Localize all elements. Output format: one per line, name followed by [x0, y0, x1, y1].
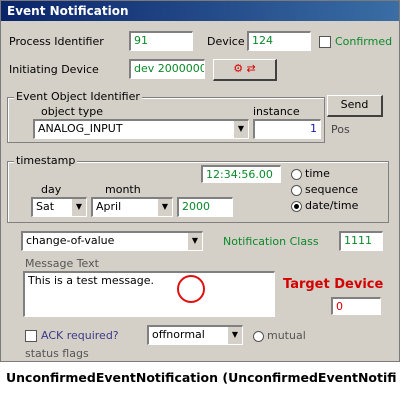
target-device-value: 0	[336, 300, 343, 313]
time-radio[interactable]: time	[291, 167, 330, 180]
sequence-radio-button[interactable]	[291, 184, 302, 196]
sequence-radio[interactable]: sequence	[291, 183, 358, 196]
day-select[interactable]: Sat ▼	[31, 197, 87, 217]
mutual-radio[interactable]: mutual	[253, 329, 306, 342]
device-number-field[interactable]: 124	[247, 31, 311, 51]
initiating-device-value: dev 2000000	[134, 62, 205, 75]
caption-text: UnconfirmedEventNotification (Unconfirme…	[6, 370, 396, 385]
process-id-value: 91	[134, 34, 148, 47]
instance-label: instance	[253, 105, 300, 118]
unit-label: Device	[207, 35, 245, 48]
ack-required-label: ACK required?	[41, 329, 119, 342]
notify-type-value: offnormal	[152, 328, 205, 341]
mutual-label: mutual	[267, 329, 306, 342]
event-notification-window: Event Notification Process Identifier 91…	[0, 0, 400, 362]
instance-value: 1	[310, 122, 317, 135]
notification-class-label: Notification Class	[223, 235, 319, 248]
date-time-radio-button[interactable]	[291, 200, 302, 212]
confirmed-checkbox[interactable]: Confirmed	[319, 35, 392, 48]
message-text-value: This is a test message.	[28, 274, 155, 287]
month-select[interactable]: April ▼	[91, 197, 173, 217]
status-flags-label: status flags	[25, 347, 89, 360]
event-type-value: change-of-value	[26, 234, 115, 247]
object-type-select[interactable]: ANALOG_INPUT ▼	[33, 119, 249, 139]
date-time-radio[interactable]: date/time	[291, 199, 358, 212]
confirmed-check[interactable]	[319, 36, 331, 48]
month-value: April	[96, 200, 122, 213]
notification-class-field[interactable]: 1111	[339, 231, 383, 251]
pos-label: Pos	[331, 123, 350, 136]
send-button[interactable]: Send	[327, 95, 383, 117]
message-text-label: Message Text	[25, 257, 99, 270]
chevron-down-icon: ▼	[71, 199, 86, 216]
year-value: 2000	[182, 200, 210, 213]
day-value: Sat	[36, 200, 55, 213]
ack-check[interactable]	[25, 330, 37, 342]
time-radio-button[interactable]	[291, 168, 302, 180]
process-id-label: Process Identifier	[9, 35, 104, 48]
month-label: month	[105, 183, 141, 196]
chevron-down-icon: ▼	[187, 233, 202, 250]
notify-type-select[interactable]: offnormal ▼	[147, 325, 243, 345]
year-field[interactable]: 2000	[177, 197, 233, 217]
message-text-area[interactable]: This is a test message.	[23, 271, 275, 317]
chevron-down-icon: ▼	[157, 199, 172, 216]
time-value: 12:34:56.00	[206, 168, 273, 181]
sequence-radio-label: sequence	[305, 183, 359, 196]
window-title: Event Notification	[1, 1, 399, 21]
ack-required-checkbox[interactable]: ACK required?	[25, 329, 119, 342]
process-id-field[interactable]: 91	[129, 31, 193, 51]
chevron-down-icon: ▼	[227, 327, 242, 344]
confirmed-label: Confirmed	[335, 35, 393, 48]
device-picker-button[interactable]: ⚙ ⇄	[213, 59, 277, 81]
day-label: day	[41, 183, 62, 196]
instance-field[interactable]: 1	[253, 119, 321, 139]
timestamp-title: timestamp	[14, 154, 78, 168]
target-device-label: Target Device	[283, 277, 384, 292]
device-picker-icon: ⚙ ⇄	[233, 62, 256, 75]
chevron-down-icon: ▼	[233, 121, 248, 138]
mutual-radio-button[interactable]	[253, 330, 264, 342]
target-circle-icon	[177, 275, 205, 303]
initiating-device-field[interactable]: dev 2000000	[129, 59, 205, 79]
date-time-radio-label: date/time	[305, 199, 359, 212]
notification-class-value: 1111	[344, 234, 372, 247]
time-field[interactable]: 12:34:56.00	[201, 165, 281, 183]
device-number-value: 124	[252, 34, 273, 47]
object-type-label: object type	[41, 105, 103, 118]
event-object-title: Event Object Identifier	[14, 90, 142, 104]
initiating-device-label: Initiating Device	[9, 63, 99, 76]
object-type-value: ANALOG_INPUT	[38, 122, 123, 135]
time-radio-label: time	[305, 167, 330, 180]
event-type-select[interactable]: change-of-value ▼	[21, 231, 203, 251]
target-device-field[interactable]: 0	[331, 297, 381, 315]
